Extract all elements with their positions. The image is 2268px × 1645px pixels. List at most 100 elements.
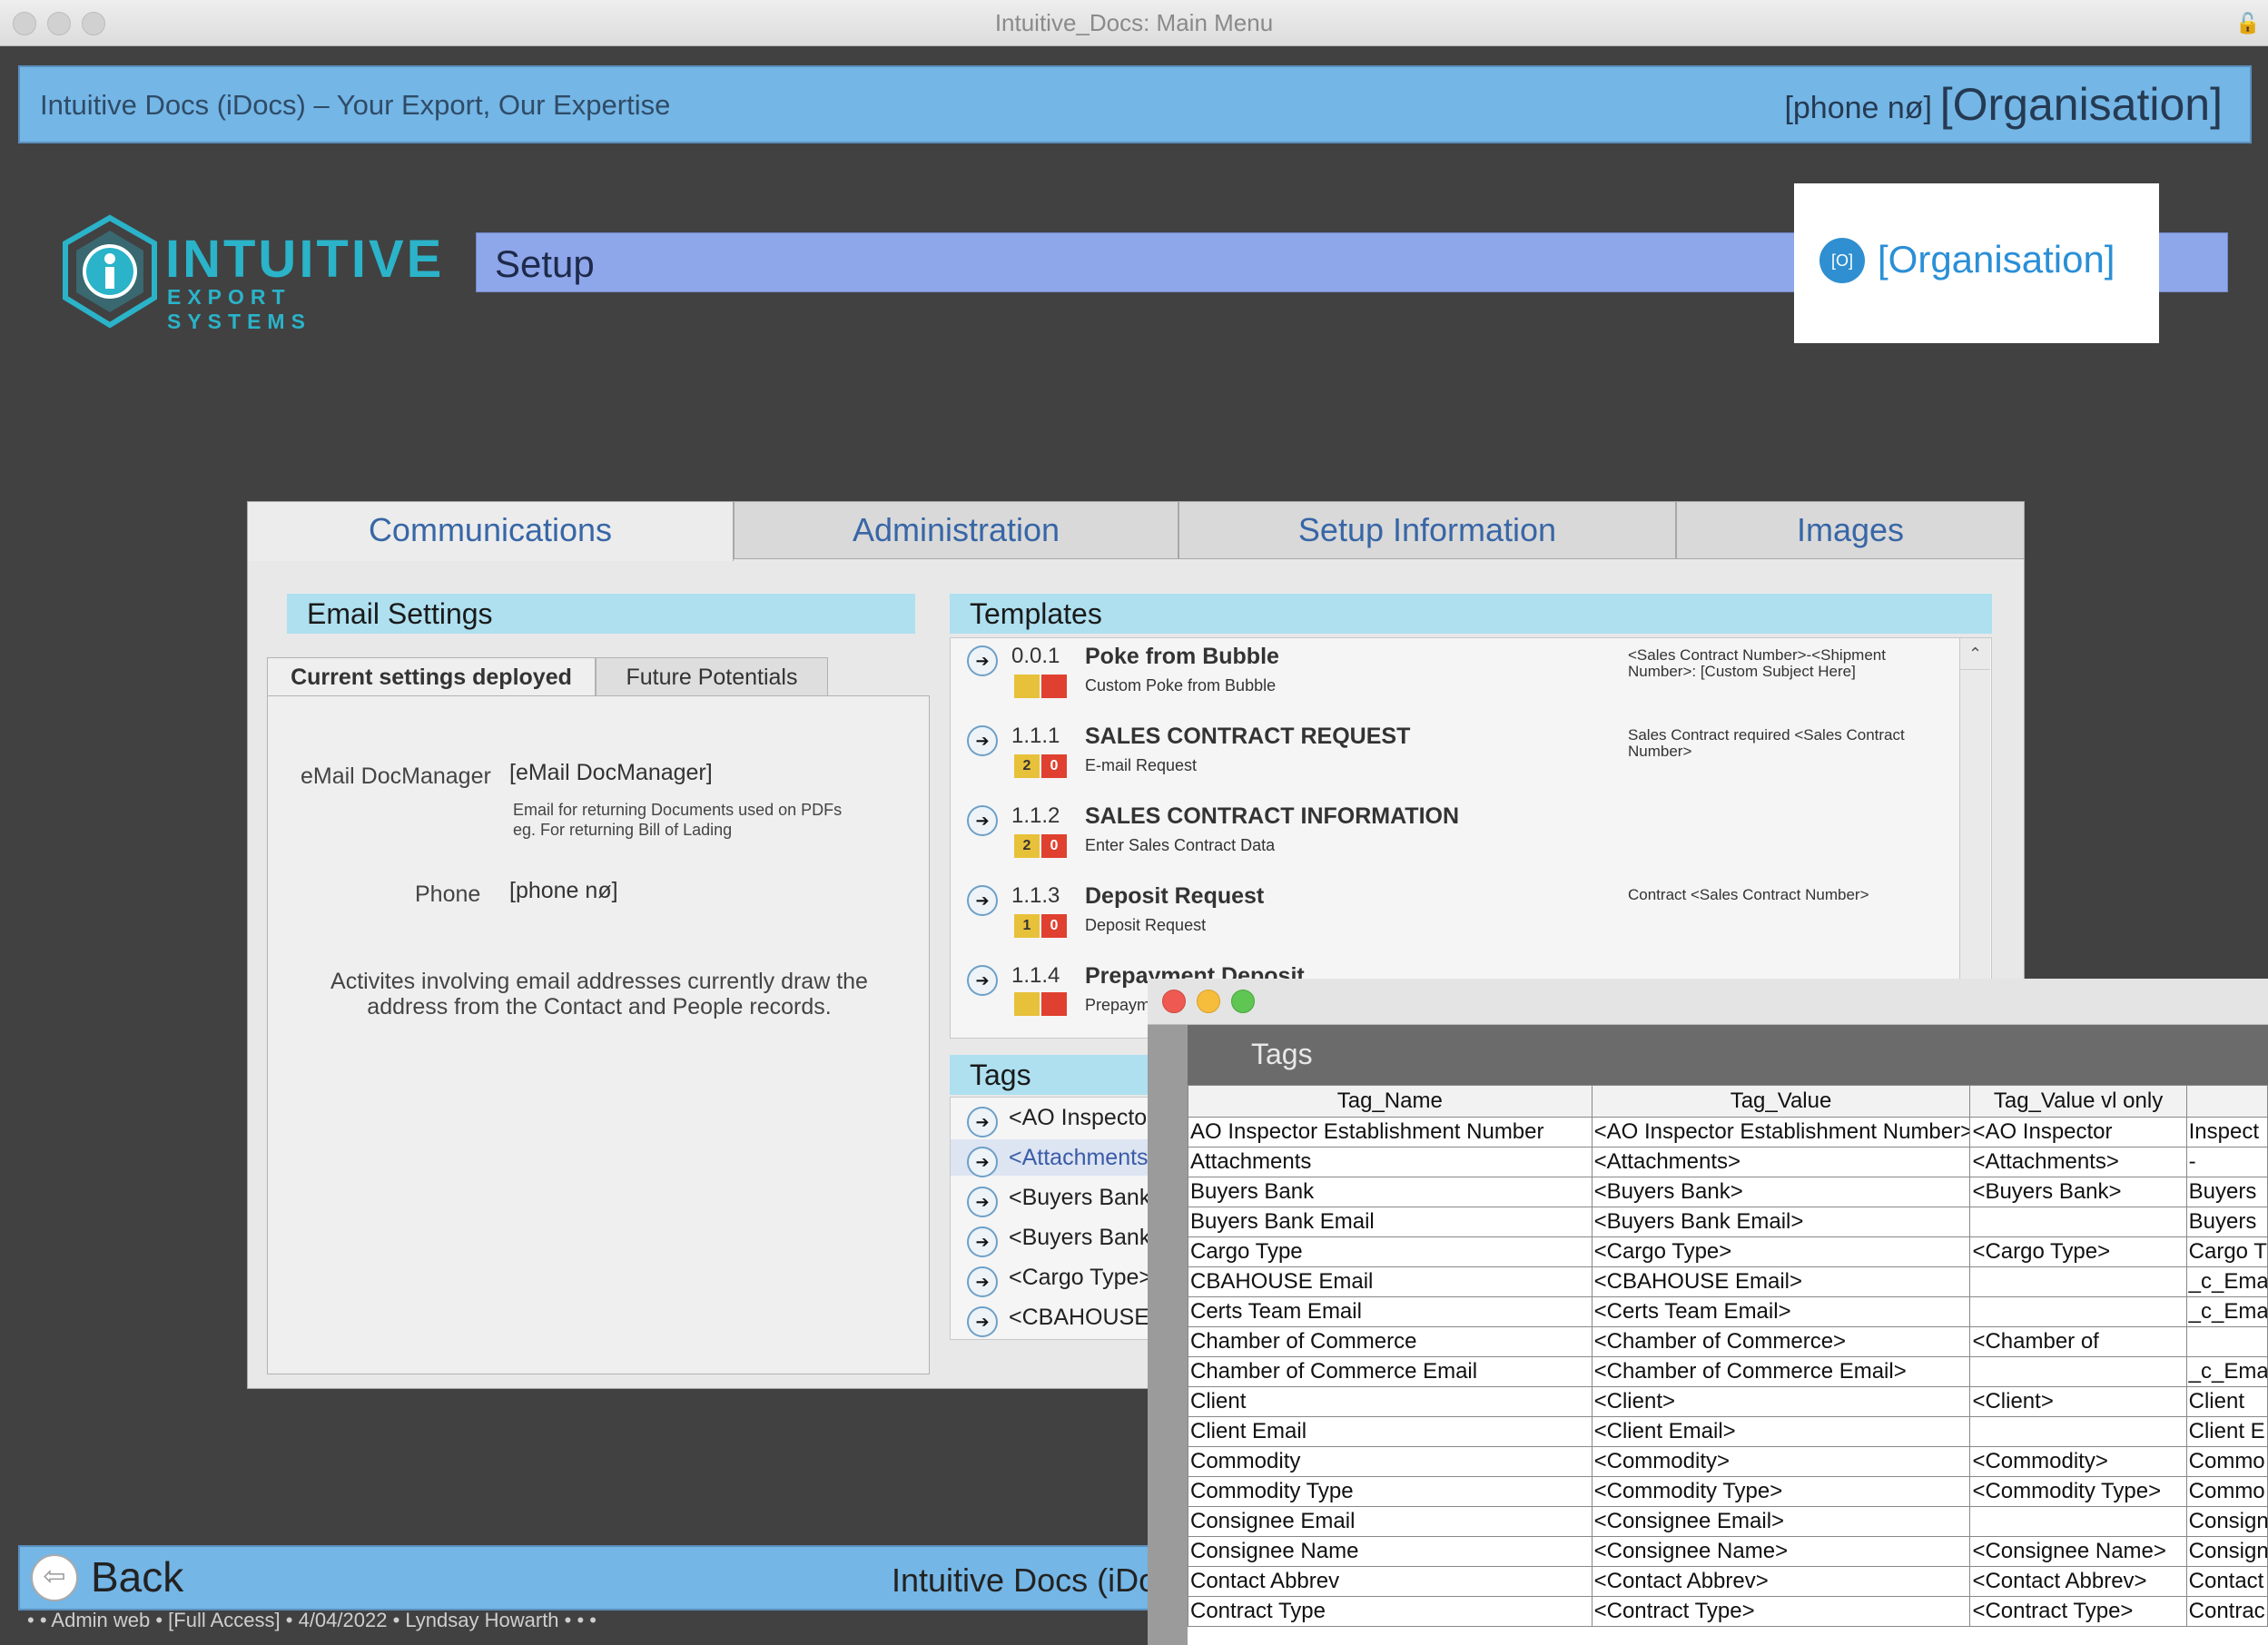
subtab-future-potentials[interactable]: Future Potentials	[596, 657, 828, 697]
table-cell[interactable]: Cargo T	[2185, 1236, 2268, 1267]
template-name[interactable]: SALES CONTRACT INFORMATION	[1085, 803, 1459, 830]
table-cell[interactable]: _c_Ema	[2185, 1356, 2268, 1387]
table-cell[interactable]: Consign	[2185, 1506, 2268, 1537]
table-cell[interactable]: Consignee Email	[1188, 1506, 1593, 1537]
table-cell[interactable]: Contract Type	[1188, 1596, 1593, 1627]
table-cell[interactable]: Client	[2185, 1386, 2268, 1417]
table-cell[interactable]: <Client>	[1591, 1386, 1971, 1417]
table-cell[interactable]: Buyers	[2185, 1177, 2268, 1207]
tag-item[interactable]: <Buyers Bank>	[1009, 1185, 1164, 1211]
templates-scrollbar[interactable]: ⌃	[1959, 638, 1990, 1038]
table-cell[interactable]: <AO Inspector	[1969, 1117, 2187, 1148]
tags-column-header[interactable]	[2185, 1085, 2268, 1118]
table-cell[interactable]: Consign	[2185, 1536, 2268, 1567]
table-row[interactable]: Chamber of Commerce <Chamber of Commerce>…	[1188, 1326, 2268, 1357]
table-cell[interactable]: <Commodity>	[1591, 1446, 1971, 1477]
table-row[interactable]: Consignee Email <Consignee Email> Consign	[1188, 1506, 2268, 1537]
table-cell[interactable]: Cargo Type	[1188, 1236, 1593, 1267]
table-cell[interactable]: Chamber of Commerce	[1188, 1326, 1593, 1357]
table-row[interactable]: Commodity Type <Commodity Type> <Commodity…	[1188, 1476, 2268, 1507]
tags-column-header[interactable]: Tag_Value vl only	[1969, 1085, 2187, 1118]
table-cell[interactable]	[1969, 1296, 2187, 1327]
table-cell[interactable]: Consignee Name	[1188, 1536, 1593, 1567]
table-cell[interactable]: <Cargo Type>	[1591, 1236, 1971, 1267]
table-cell[interactable]: <Contract Type>	[1591, 1596, 1971, 1627]
table-row[interactable]: Client Email <Client Email> Client E	[1188, 1416, 2268, 1447]
table-cell[interactable]: Certs Team Email	[1188, 1296, 1593, 1327]
table-cell[interactable]: <Consignee Email>	[1591, 1506, 1971, 1537]
table-row[interactable]: Contact Abbrev <Contact Abbrev> <Contact A…	[1188, 1566, 2268, 1597]
table-row[interactable]: Client <Client> <Client> Client	[1188, 1386, 2268, 1417]
tag-insert-arrow-icon[interactable]: ➔	[967, 1187, 998, 1217]
table-row[interactable]: Commodity <Commodity> <Commodity> Commo	[1188, 1446, 2268, 1477]
table-cell[interactable]: Attachments	[1188, 1147, 1593, 1177]
tag-item[interactable]: <Cargo Type>	[1009, 1265, 1152, 1291]
table-cell[interactable]: -	[2185, 1147, 2268, 1177]
table-cell[interactable]: Client	[1188, 1386, 1593, 1417]
tags-column-header[interactable]: Tag_Name	[1188, 1085, 1593, 1118]
table-cell[interactable]	[2185, 1326, 2268, 1357]
table-cell[interactable]: <Commodity Type>	[1969, 1476, 2187, 1507]
tab-setup-information[interactable]: Setup Information	[1178, 501, 1676, 559]
table-row[interactable]: Buyers Bank <Buyers Bank> <Buyers Bank> Buy…	[1188, 1177, 2268, 1207]
table-row[interactable]: Attachments <Attachments> <Attachments> -	[1188, 1147, 2268, 1177]
table-row[interactable]: Buyers Bank Email <Buyers Bank Email> Buye…	[1188, 1207, 2268, 1237]
tags-window-close-button[interactable]	[1162, 990, 1186, 1013]
table-cell[interactable]: <Chamber of	[1969, 1326, 2187, 1357]
table-cell[interactable]: Contact	[2185, 1566, 2268, 1597]
tag-insert-arrow-icon[interactable]: ➔	[967, 1266, 998, 1297]
table-cell[interactable]	[1969, 1356, 2187, 1387]
table-cell[interactable]	[1969, 1416, 2187, 1447]
tags-column-header[interactable]: Tag_Value	[1591, 1085, 1971, 1118]
table-row[interactable]: Cargo Type <Cargo Type> <Cargo Type> Cargo …	[1188, 1236, 2268, 1267]
template-name[interactable]: Poke from Bubble	[1085, 644, 1279, 670]
table-cell[interactable]: _c_Ema	[2185, 1296, 2268, 1327]
scroll-up-icon[interactable]: ⌃	[1960, 638, 1990, 670]
table-cell[interactable]: Contrac	[2185, 1596, 2268, 1627]
tab-administration[interactable]: Administration	[734, 501, 1178, 559]
docmanager-field[interactable]: [eMail DocManager]	[509, 760, 713, 786]
table-row[interactable]: Chamber of Commerce Email <Chamber of Com…	[1188, 1356, 2268, 1387]
tags-window-zoom-button[interactable]	[1231, 990, 1255, 1013]
table-cell[interactable]: Client E	[2185, 1416, 2268, 1447]
table-cell[interactable]: <Buyers Bank>	[1969, 1177, 2187, 1207]
table-cell[interactable]: Commo	[2185, 1476, 2268, 1507]
table-cell[interactable]: CBAHOUSE Email	[1188, 1266, 1593, 1297]
table-cell[interactable]: _c_Ema	[2185, 1266, 2268, 1297]
table-cell[interactable]	[1969, 1266, 2187, 1297]
table-cell[interactable]: <Contact Abbrev>	[1591, 1566, 1971, 1597]
tag-item[interactable]: <AO Inspector	[1009, 1105, 1155, 1131]
template-open-arrow-icon[interactable]: ➔	[967, 805, 998, 836]
table-cell[interactable]: <Consignee Name>	[1969, 1536, 2187, 1567]
tag-item[interactable]: <Attachments>	[1009, 1145, 1161, 1171]
table-cell[interactable]: Chamber of Commerce Email	[1188, 1356, 1593, 1387]
table-cell[interactable]: <Contact Abbrev>	[1969, 1566, 2187, 1597]
tags-window-minimize-button[interactable]	[1197, 990, 1220, 1013]
table-cell[interactable]: <Client>	[1969, 1386, 2187, 1417]
table-cell[interactable]: Commodity Type	[1188, 1476, 1593, 1507]
table-row[interactable]: AO Inspector Establishment Number <AO Ins…	[1188, 1117, 2268, 1148]
table-cell[interactable]: Client Email	[1188, 1416, 1593, 1447]
tag-item[interactable]: <Buyers Bank	[1009, 1225, 1150, 1251]
table-cell[interactable]: <Commodity>	[1969, 1446, 2187, 1477]
tab-images[interactable]: Images	[1676, 501, 2025, 559]
table-cell[interactable]: <Chamber of Commerce>	[1591, 1326, 1971, 1357]
tag-insert-arrow-icon[interactable]: ➔	[967, 1306, 998, 1337]
table-row[interactable]: Contract Type <Contract Type> <Contract Ty…	[1188, 1596, 2268, 1627]
table-cell[interactable]: Commo	[2185, 1446, 2268, 1477]
table-cell[interactable]: <Commodity Type>	[1591, 1476, 1971, 1507]
table-cell[interactable]: <CBAHOUSE Email>	[1591, 1266, 1971, 1297]
template-open-arrow-icon[interactable]: ➔	[967, 965, 998, 996]
table-cell[interactable]: Contact Abbrev	[1188, 1566, 1593, 1597]
table-cell[interactable]: Commodity	[1188, 1446, 1593, 1477]
template-name[interactable]: Deposit Request	[1085, 883, 1264, 910]
template-open-arrow-icon[interactable]: ➔	[967, 645, 998, 676]
lock-icon[interactable]: 🔓	[2235, 12, 2260, 35]
table-row[interactable]: Certs Team Email <Certs Team Email> _c_Ema	[1188, 1296, 2268, 1327]
table-cell[interactable]: <AO Inspector Establishment Number>	[1591, 1117, 1971, 1148]
subtab-current-settings[interactable]: Current settings deployed	[267, 657, 596, 699]
table-cell[interactable]	[1969, 1207, 2187, 1237]
table-cell[interactable]: <Certs Team Email>	[1591, 1296, 1971, 1327]
table-cell[interactable]: <Attachments>	[1969, 1147, 2187, 1177]
tag-item[interactable]: <CBAHOUSE	[1009, 1305, 1149, 1331]
